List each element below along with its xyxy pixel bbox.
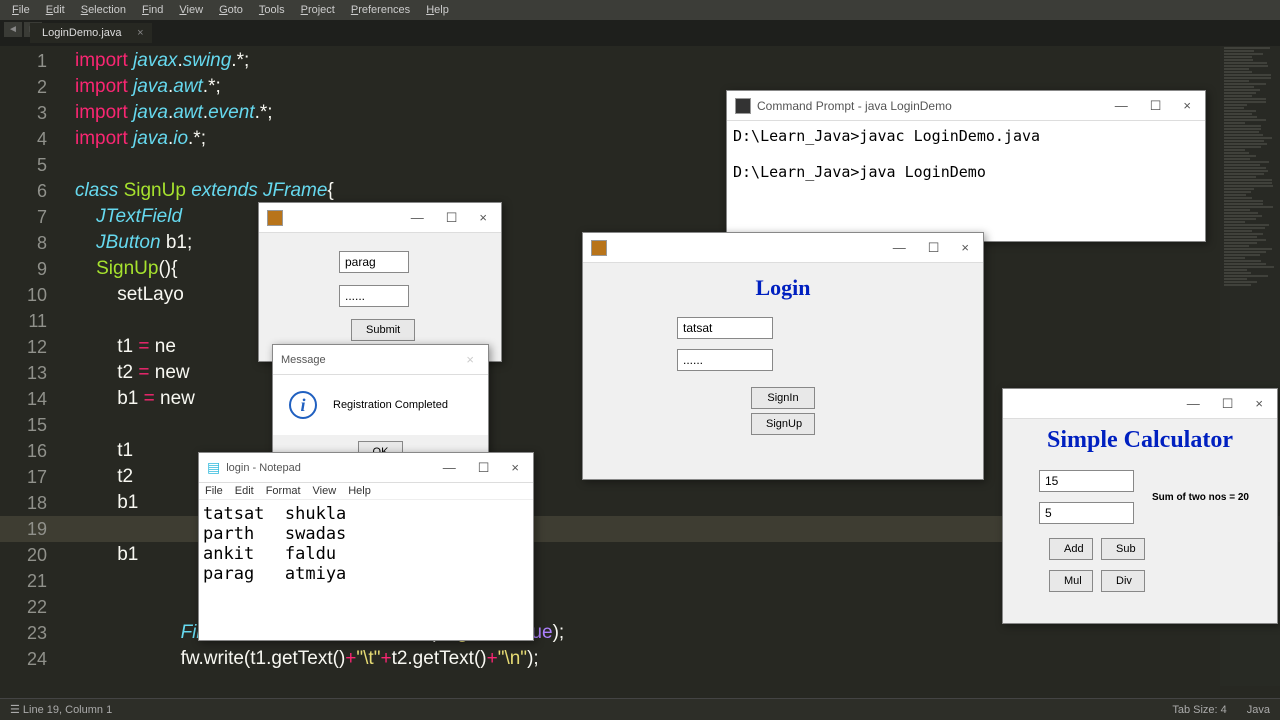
- notepad-title: login - Notepad: [226, 462, 301, 474]
- java-icon: [591, 240, 607, 256]
- login-pass-input[interactable]: [677, 349, 773, 371]
- sub-button[interactable]: Sub: [1101, 538, 1145, 560]
- menu-goto[interactable]: Goto: [211, 2, 251, 18]
- code-editor[interactable]: 123456789101112131415161718192021222324 …: [0, 46, 1280, 48]
- close-icon[interactable]: ×: [473, 208, 493, 228]
- menu-help[interactable]: Help: [418, 2, 457, 18]
- menu-edit[interactable]: Edit: [38, 2, 73, 18]
- maximize-icon[interactable]: ☐: [472, 458, 496, 478]
- maximize-icon[interactable]: ☐: [922, 238, 946, 258]
- menubar[interactable]: FileEditSelectionFindViewGotoToolsProjec…: [0, 0, 1280, 20]
- menu-file[interactable]: File: [4, 2, 38, 18]
- notepad-body[interactable]: tatsat shukla parth swadas ankit faldu p…: [199, 500, 533, 640]
- np-menu-format[interactable]: Format: [266, 485, 301, 497]
- np-menu-help[interactable]: Help: [348, 485, 371, 497]
- status-tabsize[interactable]: Tab Size: 4: [1172, 704, 1226, 716]
- menu-view[interactable]: View: [171, 2, 211, 18]
- close-icon[interactable]: ×: [955, 238, 975, 258]
- close-icon[interactable]: ×: [137, 27, 143, 39]
- submit-button[interactable]: Submit: [351, 319, 415, 341]
- cmd-title: Command Prompt - java LoginDemo: [757, 99, 952, 113]
- cmd-icon: [735, 98, 751, 114]
- calc-result: Sum of two nos = 20: [1152, 492, 1249, 503]
- status-cursor: Line 19, Column 1: [23, 704, 112, 716]
- menu-project[interactable]: Project: [293, 2, 343, 18]
- div-button[interactable]: Div: [1101, 570, 1145, 592]
- np-menu-file[interactable]: File: [205, 485, 223, 497]
- msg-title: Message: [281, 354, 326, 366]
- calc-heading: Simple Calculator: [1011, 427, 1269, 454]
- close-icon[interactable]: ×: [1177, 96, 1197, 116]
- close-icon[interactable]: ×: [505, 458, 525, 478]
- maximize-icon[interactable]: ☐: [1144, 96, 1168, 116]
- line-gutter: 123456789101112131415161718192021222324: [0, 48, 55, 672]
- menu-preferences[interactable]: Preferences: [343, 2, 418, 18]
- minimize-icon[interactable]: —: [405, 208, 430, 228]
- status-lang[interactable]: Java: [1247, 704, 1270, 716]
- status-bar: ☰ Line 19, Column 1 Tab Size: 4Java: [0, 698, 1280, 720]
- maximize-icon[interactable]: ☐: [1216, 394, 1240, 414]
- np-menu-edit[interactable]: Edit: [235, 485, 254, 497]
- login-heading: Login: [755, 275, 810, 301]
- mul-button[interactable]: Mul: [1049, 570, 1093, 592]
- login-user-input[interactable]: [677, 317, 773, 339]
- signup-user-input[interactable]: [339, 251, 409, 273]
- menu-tools[interactable]: Tools: [251, 2, 293, 18]
- signup-button[interactable]: SignUp: [751, 413, 815, 435]
- login-window[interactable]: — ☐ × Login SignIn SignUp: [582, 232, 984, 480]
- maximize-icon[interactable]: ☐: [440, 208, 464, 228]
- tab-active[interactable]: LoginDemo.java ×: [30, 23, 152, 43]
- info-icon: i: [289, 391, 317, 419]
- java-icon: [267, 210, 283, 226]
- close-icon[interactable]: ×: [460, 350, 480, 369]
- close-icon[interactable]: ×: [1249, 394, 1269, 414]
- add-button[interactable]: Add: [1049, 538, 1093, 560]
- minimize-icon[interactable]: —: [437, 458, 462, 478]
- minimize-icon[interactable]: —: [1181, 394, 1206, 414]
- tab-bar: LoginDemo.java ×: [0, 20, 1280, 46]
- np-menu-view[interactable]: View: [313, 485, 337, 497]
- tab-label: LoginDemo.java: [42, 27, 122, 39]
- cmd-window[interactable]: Command Prompt - java LoginDemo — ☐ × D:\Le…: [726, 90, 1206, 242]
- minimize-icon[interactable]: —: [1109, 96, 1134, 116]
- signin-button[interactable]: SignIn: [751, 387, 815, 409]
- minimize-icon[interactable]: —: [887, 238, 912, 258]
- menu-find[interactable]: Find: [134, 2, 171, 18]
- msg-text: Registration Completed: [333, 399, 448, 411]
- nav-back[interactable]: ◄: [4, 22, 22, 37]
- signup-pass-input[interactable]: [339, 285, 409, 307]
- cmd-body[interactable]: D:\Learn_Java>javac LoginDemo.java D:\Le…: [727, 121, 1205, 241]
- calc-input-1[interactable]: [1039, 470, 1134, 492]
- menu-selection[interactable]: Selection: [73, 2, 134, 18]
- notepad-window[interactable]: ▤ login - Notepad — ☐ × File Edit Format View He…: [198, 452, 534, 641]
- calc-input-2[interactable]: [1039, 502, 1134, 524]
- notepad-icon: ▤: [207, 459, 220, 476]
- notepad-menu[interactable]: File Edit Format View Help: [199, 483, 533, 500]
- signup-window[interactable]: — ☐ × Submit: [258, 202, 502, 362]
- calculator-window[interactable]: — ☐ × Simple Calculator Sum of two nos = 2…: [1002, 388, 1278, 624]
